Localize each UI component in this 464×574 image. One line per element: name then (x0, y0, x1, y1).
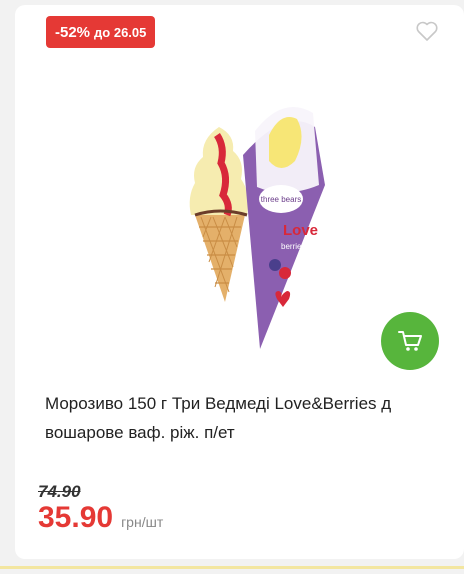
product-title[interactable]: Морозиво 150 г Три Ведмеді Love&Berries … (45, 389, 443, 447)
love-text: Love (283, 222, 318, 239)
product-card[interactable]: -52% до 26.05 three bears Love berries М… (15, 5, 464, 559)
divider (0, 566, 464, 569)
heart-icon[interactable] (415, 20, 439, 42)
add-to-cart-button[interactable] (381, 312, 439, 370)
discount-until: до 26.05 (94, 24, 147, 40)
discount-badge: -52% до 26.05 (46, 16, 156, 48)
brand-text: three bears (261, 195, 301, 204)
price-row: 35.90 грн/шт (38, 501, 163, 535)
old-price: 74.90 (38, 482, 81, 501)
product-image[interactable]: three bears Love berries (165, 87, 345, 349)
cart-icon (398, 331, 422, 351)
current-price: 35.90 (38, 501, 114, 534)
price-unit: грн/шт (121, 514, 164, 530)
discount-percent: -52% (55, 23, 91, 41)
berries-text: berries (281, 242, 305, 251)
